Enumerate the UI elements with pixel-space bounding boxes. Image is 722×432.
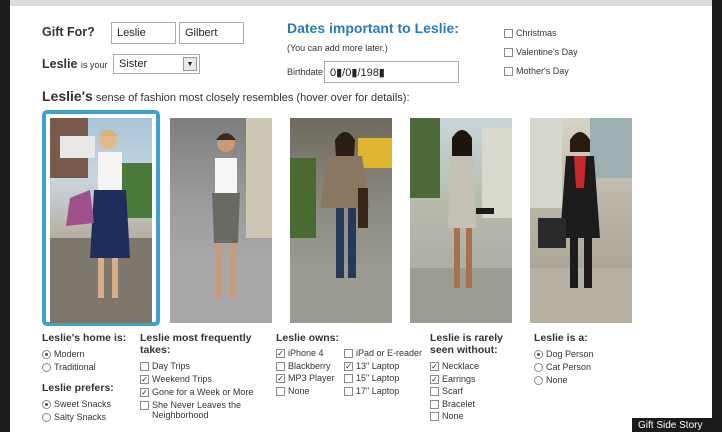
prefers-option-0-label: Sweet Snacks [54, 399, 112, 409]
without-option-0-checkbox[interactable]: ✓ [430, 362, 439, 371]
owns-col1-0-checkbox[interactable]: ✓ [276, 349, 285, 358]
holiday-2-label: Mother's Day [516, 66, 569, 76]
home-option-1-label: Traditional [54, 362, 96, 372]
without-heading-line2: seen without: [430, 344, 498, 356]
takes-option-0-label: Day Trips [152, 361, 191, 371]
relation-select-value: Sister [119, 58, 148, 70]
isa-option-2-radio[interactable] [534, 376, 543, 385]
without-heading: Leslie is rarely seen without: [430, 332, 503, 356]
relation-label: Leslie is your [42, 57, 107, 71]
home-heading: Leslie's home is: [42, 332, 127, 344]
owns-heading: Leslie owns: [276, 332, 340, 344]
chevron-down-icon: ▼ [183, 57, 197, 71]
takes-option-0-checkbox[interactable] [140, 362, 149, 371]
left-dark-edge [0, 0, 10, 432]
isa-option-0-radio[interactable] [534, 350, 543, 359]
relation-name: Leslie [42, 57, 78, 71]
prefers-option-0-radio[interactable] [42, 400, 51, 409]
without-option-3-checkbox[interactable] [430, 399, 439, 409]
without-option-3-label: Bracelet [442, 398, 476, 409]
owns-col2-0-checkbox[interactable] [344, 349, 353, 358]
style-photo-4-figure [410, 118, 512, 323]
style-photo-4[interactable] [410, 118, 512, 323]
prefers-option-1-label: Salty Snacks [54, 412, 107, 422]
first-name-input[interactable]: Leslie [111, 22, 176, 44]
relation-suffix: is your [80, 60, 108, 70]
without-option-0-label: Necklace [442, 361, 480, 371]
owns-col2-3-checkbox[interactable] [344, 386, 353, 396]
right-dark-edge [712, 0, 722, 432]
takes-option-2-checkbox[interactable]: ✓ [140, 388, 149, 397]
holiday-1-label: Valentine's Day [516, 47, 578, 57]
owns-col1-3-label: None [288, 385, 310, 396]
owns-col1-0-label: iPhone 4 [288, 348, 324, 358]
gift-form-page: Gift For? Leslie Gilbert Leslie is your … [0, 0, 722, 432]
style-photo-1-figure [50, 118, 152, 323]
without-option-4-checkbox[interactable] [430, 412, 439, 421]
last-name-input[interactable]: Gilbert [179, 22, 244, 44]
owns-col2-2-checkbox[interactable] [344, 374, 353, 383]
style-photo-5-figure [530, 118, 632, 323]
prefers-heading: Leslie prefers: [42, 382, 114, 394]
without-option-4-label: None [442, 411, 464, 421]
home-option-0-radio[interactable] [42, 350, 51, 359]
home-option-1-radio[interactable] [42, 363, 51, 372]
owns-col2-2-label: 15" Laptop [356, 373, 400, 383]
takes-heading: Leslie most frequently takes: [140, 332, 251, 356]
top-strip [10, 0, 712, 6]
isa-option-1-radio[interactable] [534, 363, 543, 372]
without-option-2-checkbox[interactable] [430, 387, 439, 396]
isa-option-0-label: Dog Person [546, 349, 594, 359]
isa-heading: Leslie is a: [534, 332, 588, 344]
style-photo-5[interactable] [530, 118, 632, 323]
takes-option-1-checkbox[interactable]: ✓ [140, 375, 149, 384]
dates-heading: Dates important to Leslie: [287, 20, 459, 36]
takes-heading-line1: Leslie most frequently [140, 332, 252, 344]
owns-col2-1-label: 13" Laptop [356, 360, 400, 371]
relation-select[interactable]: Sister ▼ [113, 54, 200, 74]
prefers-option-1-radio[interactable] [42, 413, 51, 422]
style-photo-2-figure [170, 118, 272, 323]
holiday-1-checkbox[interactable] [504, 48, 513, 57]
home-option-0-label: Modern [54, 349, 85, 359]
birthdate-label: Birthdate [287, 67, 324, 77]
birthdate-input[interactable]: 0▮/0▮/198▮ [324, 61, 459, 83]
fashion-text: sense of fashion most closely resembles … [95, 92, 410, 104]
owns-col1-2-checkbox[interactable]: ✓ [276, 374, 285, 383]
owns-col1-2-label: MP3 Player [288, 373, 335, 383]
gift-for-label: Gift For? [42, 25, 95, 39]
takes-option-3-label-cont: Neighborhood [152, 410, 209, 420]
isa-option-1-label: Cat Person [546, 362, 592, 372]
without-heading-line1: Leslie is rarely [430, 332, 503, 344]
isa-option-2-label: None [546, 375, 568, 385]
owns-col1-1-label: Blackberry [288, 360, 331, 371]
holiday-0-label: Christmas [516, 28, 557, 38]
takes-option-2-label: Gone for a Week or More [152, 387, 254, 397]
takes-option-1-label: Weekend Trips [152, 374, 212, 384]
owns-col2-3-label: 17" Laptop [356, 385, 400, 396]
style-photo-1[interactable] [50, 118, 152, 323]
owns-col2-1-checkbox[interactable]: ✓ [344, 361, 353, 371]
dates-note: (You can add more later.) [287, 43, 388, 53]
takes-heading-line2: takes: [140, 344, 171, 356]
owns-col2-0-label: iPad or E-reader [356, 348, 423, 358]
holiday-2-checkbox[interactable] [504, 67, 513, 76]
fashion-prompt: Leslie's sense of fashion most closely r… [42, 88, 410, 104]
holiday-0-checkbox[interactable] [504, 29, 513, 38]
without-option-2-label: Scarf [442, 386, 464, 396]
style-photo-2[interactable] [170, 118, 272, 323]
owns-col1-1-checkbox[interactable] [276, 361, 285, 371]
style-photo-3[interactable] [290, 118, 392, 323]
takes-option-3-label: She Never Leaves the [152, 400, 242, 410]
photo-caption: Gift Side Story [632, 418, 718, 432]
without-option-1-label: Earrings [442, 373, 476, 384]
takes-option-3-checkbox[interactable] [140, 401, 149, 410]
style-photo-3-figure [290, 132, 392, 323]
owns-col1-3-checkbox[interactable] [276, 386, 285, 396]
fashion-prefix: Leslie's [42, 88, 93, 104]
without-option-1-checkbox[interactable]: ✓ [430, 374, 439, 384]
